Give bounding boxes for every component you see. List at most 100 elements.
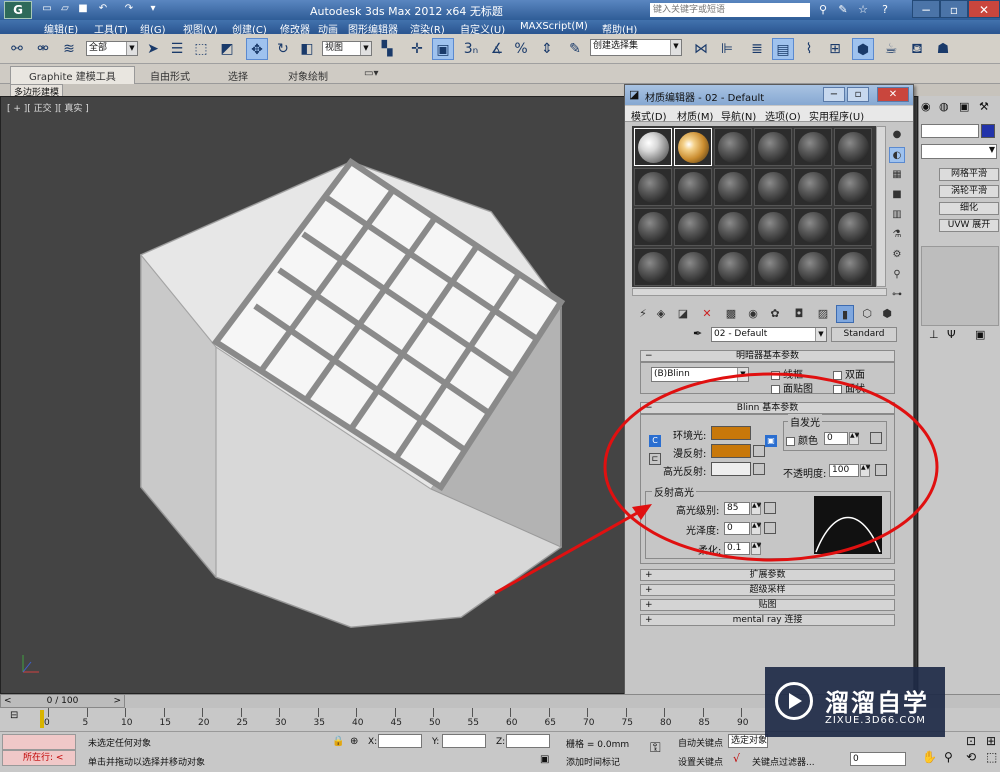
sample-slot[interactable] (834, 128, 872, 166)
diffuse-map-button[interactable] (753, 445, 765, 457)
material-editor-titlebar[interactable]: ◪ 材质编辑器 - 02 - Default − ▫ ✕ (625, 85, 913, 105)
make-preview-icon[interactable]: ⚗ (889, 227, 905, 243)
sample-uv-tiling-icon[interactable]: ■ (889, 187, 905, 203)
orbit-icon[interactable]: ⟲ (966, 750, 976, 764)
percent-snap-icon[interactable]: % (510, 38, 532, 60)
specular-level-map-button[interactable] (764, 502, 776, 514)
sample-slot[interactable] (754, 248, 792, 286)
self-illum-color-checkbox[interactable]: 颜色 (786, 432, 818, 447)
new-icon[interactable]: ▭ (40, 2, 54, 16)
lock-selection-icon[interactable]: 🔒 (332, 736, 344, 747)
sample-slot[interactable] (834, 208, 872, 246)
sample-slot[interactable] (714, 168, 752, 206)
graphite-toggle-icon[interactable]: ▤ (772, 38, 794, 60)
specular-map-button[interactable] (753, 463, 765, 475)
ambient-color-swatch[interactable] (711, 426, 751, 440)
specular-level-spinner[interactable]: 85 ▲▼ (724, 502, 761, 515)
select-by-material-icon[interactable]: ⚲ (889, 267, 905, 283)
pan-hand-icon[interactable]: ✋ (922, 750, 937, 764)
sample-slot[interactable] (634, 128, 672, 166)
face-map-checkbox[interactable]: 面贴图 (771, 380, 813, 395)
object-color-swatch[interactable] (981, 124, 995, 138)
sample-slot[interactable] (634, 248, 672, 286)
link-icon[interactable]: ⚯ (6, 38, 28, 60)
zoom-all-icon[interactable]: ⊞ (986, 734, 996, 748)
soften-spinner[interactable]: 0.1 ▲▼ (724, 542, 761, 555)
sample-slot-active[interactable] (674, 128, 712, 166)
meshsmooth-button[interactable]: 网格平滑 (939, 168, 999, 181)
snaps-toggle-icon[interactable]: 3ₙ (460, 38, 482, 60)
spinner-arrows-icon[interactable]: ▲▼ (849, 432, 859, 445)
close-button[interactable]: ✕ (877, 87, 909, 102)
prev-frame-icon[interactable]: < (4, 695, 12, 707)
sample-slot[interactable] (754, 168, 792, 206)
sample-slot[interactable] (834, 248, 872, 286)
dropdown-icon[interactable]: ▾ (146, 2, 160, 16)
faceted-checkbox[interactable]: 面状 (833, 380, 865, 395)
render-setup-icon[interactable]: ☕ (880, 38, 902, 60)
maximize-button[interactable]: ▫ (940, 0, 968, 18)
glossiness-map-button[interactable] (764, 522, 776, 534)
x-coordinate-field[interactable] (378, 734, 422, 748)
shader-basic-params-header[interactable]: − 明暗器基本参数 (640, 350, 895, 362)
reset-map-icon[interactable]: ✕ (698, 305, 716, 323)
tab-graphite-modeling[interactable]: Graphite 建模工具 (10, 66, 135, 85)
go-forward-to-sibling-icon[interactable]: ⬢ (878, 305, 896, 323)
zoom-icon[interactable]: ⚲ (944, 750, 953, 764)
maximize-button[interactable]: ▫ (847, 87, 869, 102)
me-menu-utilities[interactable]: 实用程序(U) (809, 108, 864, 123)
add-time-tag[interactable]: 添加时间标记 (566, 755, 620, 768)
me-menu-mode[interactable]: 模式(D) (631, 108, 667, 123)
select-object-icon[interactable]: ➤ (142, 38, 164, 60)
pick-material-eyedropper-icon[interactable]: ✒ (693, 327, 702, 340)
configure-modifiers-icon[interactable]: ▣ (975, 328, 985, 341)
pivot-center-icon[interactable]: ▚ (376, 38, 398, 60)
mental-ray-connection-header[interactable]: + mental ray 连接 (640, 614, 895, 626)
me-menu-material[interactable]: 材质(M) (677, 108, 713, 123)
mini-curve-editor-icon[interactable]: ⊟ (10, 710, 18, 721)
rendered-frame-icon[interactable]: ⛾ (906, 38, 928, 60)
set-key-icon[interactable]: √ (733, 752, 740, 765)
sample-slot[interactable] (794, 208, 832, 246)
select-move-icon[interactable]: ✥ (246, 38, 268, 60)
spinner-snap-icon[interactable]: ⇕ (536, 38, 558, 60)
info-center-icon[interactable]: ✎ (835, 2, 851, 18)
go-to-parent-icon[interactable]: ⬡ (858, 305, 876, 323)
display-tab-icon[interactable]: ◉ (921, 100, 931, 113)
sample-slot[interactable] (834, 168, 872, 206)
self-illum-spinner[interactable]: 0 ▲▼ (824, 432, 859, 445)
maxscript-listener[interactable] (2, 734, 76, 750)
unlink-icon[interactable]: ⚮ (32, 38, 54, 60)
sample-slot[interactable] (754, 128, 792, 166)
ribbon-options-icon[interactable]: ▭▾ (364, 68, 378, 79)
sample-slot[interactable] (674, 248, 712, 286)
sample-slot[interactable] (714, 208, 752, 246)
minimize-button[interactable]: − (912, 0, 940, 18)
make-unique-icon[interactable]: ◉ (744, 305, 762, 323)
edit-named-selection-icon[interactable]: ✎ (564, 38, 586, 60)
layer-manager-icon[interactable]: ≣ (746, 38, 768, 60)
mirror-icon[interactable]: ⋈ (690, 38, 712, 60)
sample-slots-hscroll[interactable] (632, 288, 887, 296)
keyboard-shortcut-override-icon[interactable]: ▣ (432, 38, 454, 60)
3ds-max-logo-icon[interactable]: G (4, 1, 32, 19)
time-slider[interactable]: < 0 / 100 > (0, 694, 125, 708)
show-end-result-icon[interactable]: Ψ (947, 328, 956, 341)
absolute-mode-icon[interactable]: ⊕ (350, 736, 358, 747)
spinner-arrows-icon[interactable]: ▲▼ (751, 542, 761, 555)
minimize-button[interactable]: − (823, 87, 845, 102)
next-frame-icon[interactable]: > (113, 695, 121, 707)
tab-object-paint[interactable]: 对象绘制 (288, 68, 328, 83)
motion-tab-icon[interactable]: ◍ (939, 100, 949, 113)
material-type-button[interactable]: Standard (831, 327, 897, 342)
rect-selection-icon[interactable]: ⬚ (190, 38, 212, 60)
two-sided-checkbox[interactable]: 双面 (833, 366, 865, 381)
sample-slot[interactable] (794, 248, 832, 286)
copy-material-icon[interactable]: ▩ (722, 305, 740, 323)
sample-slot[interactable] (754, 208, 792, 246)
sample-slot[interactable] (674, 168, 712, 206)
binoculars-icon[interactable]: ⚲ (815, 2, 831, 18)
supersampling-header[interactable]: + 超级采样 (640, 584, 895, 596)
assign-material-icon[interactable]: ◪ (674, 305, 692, 323)
sample-slot[interactable] (634, 168, 672, 206)
